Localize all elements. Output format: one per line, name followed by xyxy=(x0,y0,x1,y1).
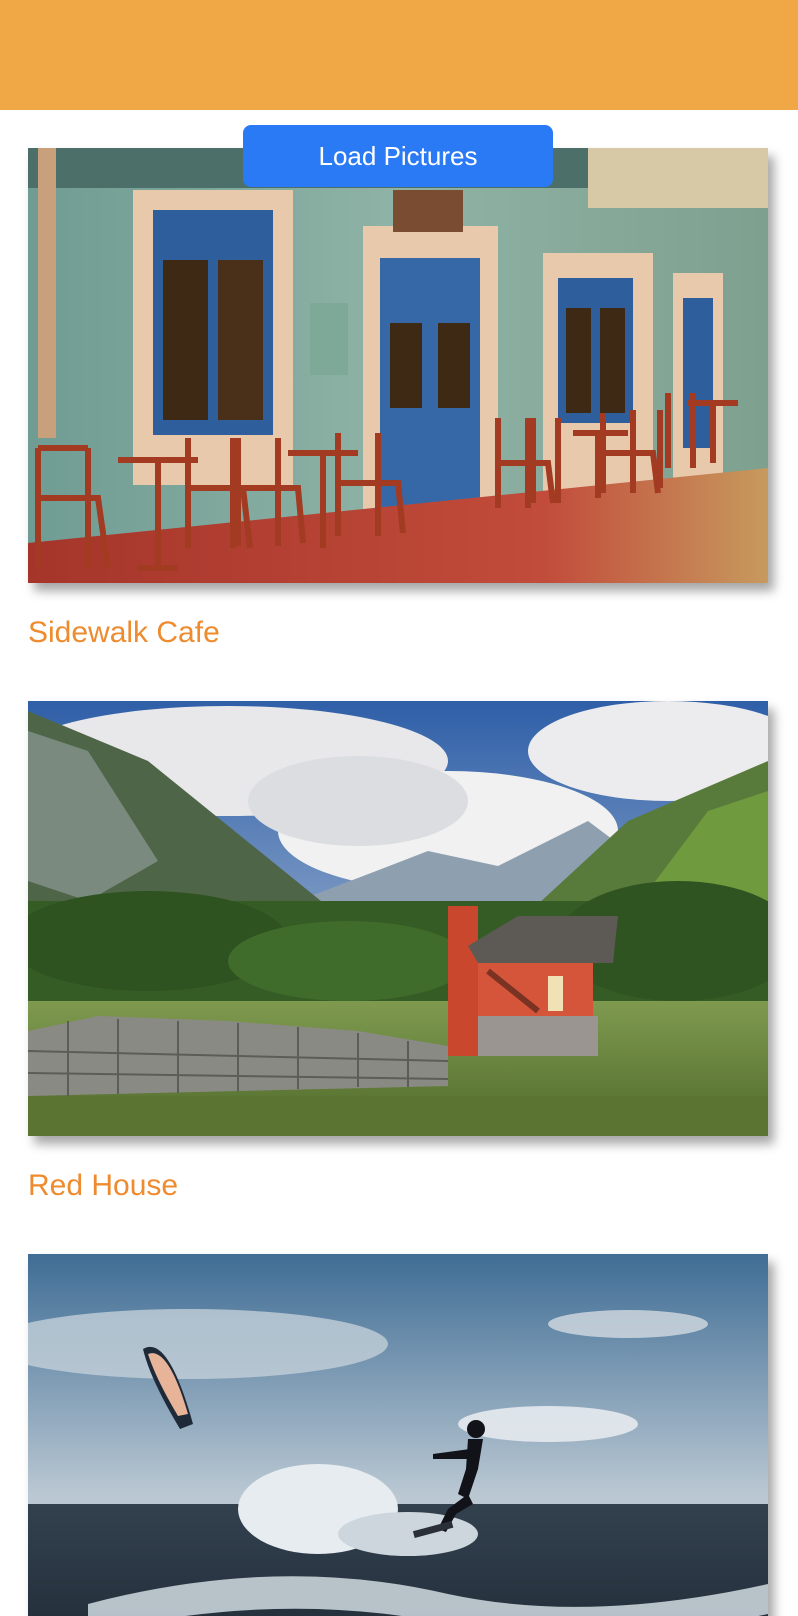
app-window: Load Pictures Sidewalk Cafe Red House xyxy=(0,0,798,1616)
picture-title: Sidewalk Cafe xyxy=(28,616,220,649)
picture-card[interactable]: Sidewalk Cafe xyxy=(28,148,768,651)
photo-cafe-icon[interactable] xyxy=(28,148,768,583)
photo-red-house-icon[interactable] xyxy=(28,701,768,1136)
picture-title: Red House xyxy=(28,1169,179,1202)
photo-kitesurfer-icon[interactable] xyxy=(28,1254,768,1616)
picture-card[interactable]: Red House xyxy=(28,701,768,1204)
picture-card[interactable] xyxy=(28,1254,768,1616)
navigation-bar xyxy=(0,0,798,110)
load-pictures-button[interactable]: Load Pictures xyxy=(243,125,553,187)
picture-list[interactable]: Sidewalk Cafe Red House xyxy=(0,110,798,1616)
